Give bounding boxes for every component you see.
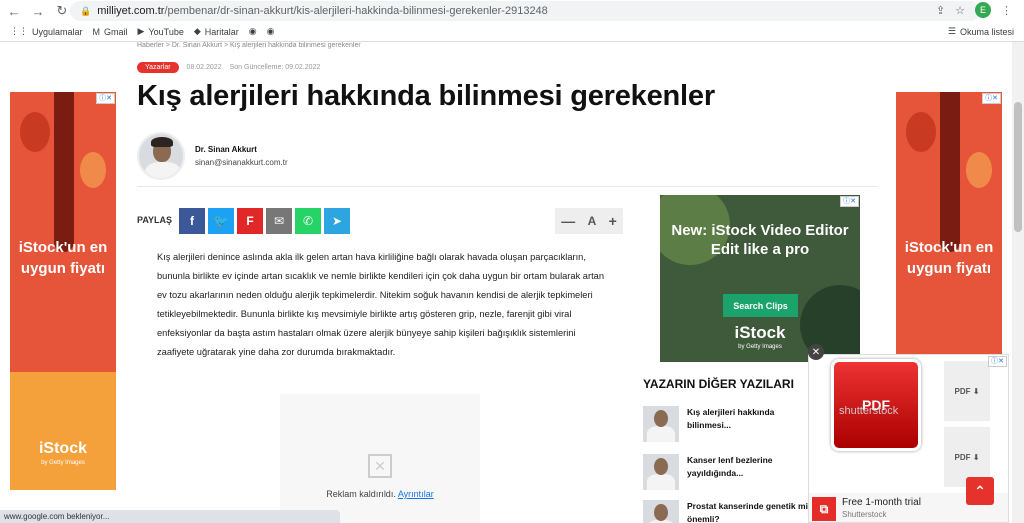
shutterstock-logo-icon: ⧉ <box>812 497 836 521</box>
removed-ad-placeholder: ✕ Reklam kaldırıldı. Ayrıntılar <box>280 394 480 523</box>
center-ad[interactable]: New: iStock Video Editor Edit like a pro… <box>660 195 860 362</box>
bookmark-label: Uygulamalar <box>32 26 83 37</box>
page-scrollbar[interactable] <box>1012 42 1024 523</box>
ad-choices-icon[interactable]: ⓘ✕ <box>96 93 115 104</box>
globe-icon: ◉ <box>266 26 275 36</box>
center-ad-brand: iStock <box>734 323 786 342</box>
reload-icon[interactable]: ↻ <box>52 1 72 21</box>
bookmark-item[interactable]: ◉ <box>249 26 257 37</box>
share-label: PAYLAŞ <box>137 215 173 225</box>
browser-toolbar: ← → ↻ 🔒 milliyet.com.tr /pembenar/dr-sin… <box>0 0 1024 22</box>
share-buttons: f 🐦 F ✉ ✆ ➤ <box>179 208 350 234</box>
side-ad-brand: iStock <box>38 440 87 457</box>
article-body: Kış alerjileri denince aslında akla ilk … <box>157 252 604 357</box>
ad-choices-icon[interactable]: ⓘ✕ <box>982 93 1001 104</box>
telegram-share-button[interactable]: ➤ <box>324 208 350 234</box>
popup-ad-title[interactable]: Free 1-month trial <box>842 497 921 508</box>
star-bookmark-icon[interactable]: ☆ <box>955 4 965 17</box>
side-ad-headline: iStock'un en uygun fiyatı <box>18 239 108 277</box>
ad-removed-text: Reklam kaldırıldı. <box>326 489 396 499</box>
post-thumbnail[interactable] <box>643 406 679 442</box>
twitter-share-button[interactable]: 🐦 <box>208 208 234 234</box>
bookmark-label: Haritalar <box>204 26 239 37</box>
side-ad-headline: iStock'un en uygun fiyatı <box>904 239 994 277</box>
author-avatar[interactable] <box>137 132 185 180</box>
scroll-to-top-button[interactable]: ⌃ <box>966 477 994 505</box>
category-tag[interactable]: Yazarlar <box>137 62 179 73</box>
post-thumbnail[interactable] <box>643 454 679 490</box>
scroll-thumb[interactable] <box>1014 102 1022 232</box>
globe-icon: ◉ <box>248 26 257 36</box>
address-bar[interactable]: 🔒 milliyet.com.tr /pembenar/dr-sinan-akk… <box>70 1 980 21</box>
popup-ad-subtitle: Shutterstock <box>842 510 887 519</box>
apps-grid-icon: ⋮⋮ <box>10 26 28 36</box>
article-meta: Yazarlar 08.02.2022 Son Güncelleme: 09.0… <box>137 62 320 73</box>
article-title: Kış alerjileri hakkında bilinmesi gereke… <box>137 80 715 112</box>
bookmark-item[interactable]: ▶ YouTube <box>138 26 184 37</box>
status-bar: www.google.com bekleniyor... <box>0 510 340 523</box>
other-post-item[interactable]: Prostat kanserinde genetik mi önemli? <box>643 500 812 523</box>
other-post-item[interactable]: Kış alerjileri hakkında bilinmesi... <box>643 406 812 442</box>
bookmark-label: Gmail <box>104 26 128 37</box>
bookmark-item[interactable]: ◆ Haritalar <box>194 26 239 37</box>
share-page-icon[interactable]: ⇪ <box>936 4 945 17</box>
font-size-control: — A + <box>555 208 623 234</box>
bookmark-item[interactable]: M Gmail <box>93 27 128 37</box>
post-title[interactable]: Kış alerjileri hakkında bilinmesi... <box>687 406 812 442</box>
bookmark-label: YouTube <box>148 26 184 37</box>
font-label: A <box>587 214 597 228</box>
reading-list-label: Okuma listesi <box>959 26 1014 37</box>
facebook-share-button[interactable]: f <box>179 208 205 234</box>
post-title[interactable]: Kanser lenf bezlerine yayıldığında... <box>687 454 812 490</box>
url-path: /pembenar/dr-sinan-akkurt/kis-alerjileri… <box>164 5 548 17</box>
email-share-button[interactable]: ✉ <box>266 208 292 234</box>
author-email[interactable]: sinan@sinanakkurt.com.tr <box>195 158 288 167</box>
menu-kebab-icon[interactable]: ⋮ <box>1001 4 1012 17</box>
center-ad-headline: New: iStock Video Editor Edit like a pro <box>671 222 849 258</box>
divider <box>137 186 877 187</box>
forward-arrow-icon[interactable]: → <box>28 1 48 21</box>
other-posts-heading: YAZARIN DİĞER YAZILARI <box>643 377 794 391</box>
lock-icon: 🔒 <box>80 5 92 16</box>
gmail-icon: M <box>92 26 101 37</box>
back-arrow-icon[interactable]: ← <box>4 1 24 21</box>
author-block: Dr. Sinan Akkurt sinan@sinanakkurt.com.t… <box>137 132 288 180</box>
reading-list-button[interactable]: ☰ Okuma listesi <box>948 26 1014 37</box>
left-side-ad[interactable]: iStock'un en uygun fiyatı iStock by Gett… <box>10 92 116 490</box>
ad-choices-icon[interactable]: ⓘ✕ <box>840 196 859 207</box>
center-ad-brand-sub: by Getty Images <box>738 344 782 350</box>
whatsapp-share-button[interactable]: ✆ <box>295 208 321 234</box>
maps-pin-icon: ◆ <box>193 26 201 36</box>
updated-date: Son Güncelleme: 09.02.2022 <box>229 64 321 71</box>
url-host: milliyet.com.tr <box>97 5 165 17</box>
ad-choices-icon[interactable]: ⓘ✕ <box>988 356 1007 367</box>
font-decrease-button[interactable]: — <box>561 213 575 229</box>
profile-avatar[interactable]: E <box>975 2 991 18</box>
ad-details-link[interactable]: Ayrıntılar <box>398 489 434 499</box>
bookmark-item[interactable]: ⋮⋮ Uygulamalar <box>10 26 83 37</box>
post-thumbnail[interactable] <box>643 500 679 523</box>
publish-date: 08.02.2022 <box>186 64 222 71</box>
close-ad-button[interactable]: ✕ <box>808 344 824 360</box>
bookmarks-bar: ⋮⋮ Uygulamalar M Gmail ▶ YouTube ◆ Haritalar ◉ ◉ ☰… <box>0 22 1024 42</box>
font-increase-button[interactable]: + <box>609 213 617 229</box>
close-box-icon: ✕ <box>368 454 392 478</box>
search-clips-button[interactable]: Search Clips <box>723 294 798 317</box>
youtube-icon: ▶ <box>137 26 145 36</box>
post-title[interactable]: Prostat kanserinde genetik mi önemli? <box>687 500 812 523</box>
side-ad-brand-sub: by Getty Images <box>41 460 85 466</box>
flipboard-share-button[interactable]: F <box>237 208 263 234</box>
bookmark-item[interactable]: ◉ <box>267 26 275 37</box>
author-name[interactable]: Dr. Sinan Akkurt <box>195 145 288 154</box>
pdf-small-icon: PDF ⬇ <box>944 361 990 421</box>
other-post-item[interactable]: Kanser lenf bezlerine yayıldığında... <box>643 454 812 490</box>
watermark-text: shutterstock <box>839 405 899 417</box>
breadcrumb[interactable]: Haberler > Dr. Sinan Akkurt > Kış alerji… <box>137 42 361 49</box>
reading-list-icon: ☰ <box>947 26 956 36</box>
